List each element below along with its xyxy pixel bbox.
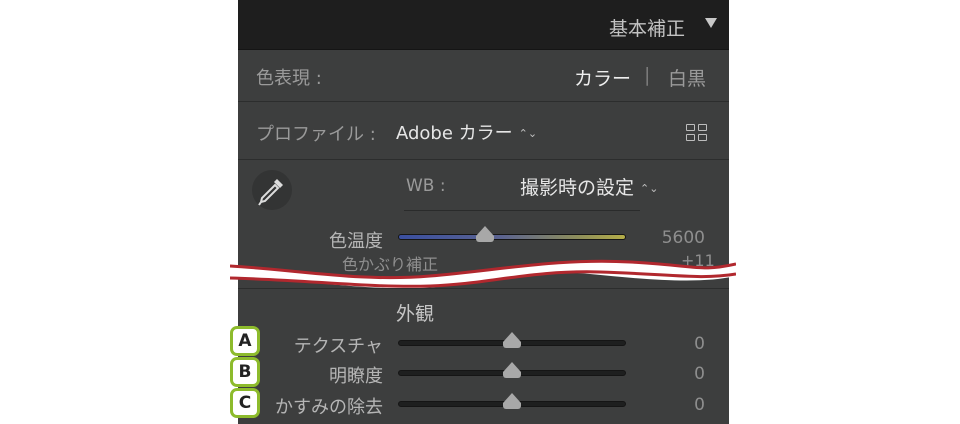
panel-title: 基本補正	[608, 18, 685, 40]
callout-badge-c: C	[230, 388, 260, 418]
texture-label: テクスチャ	[293, 336, 383, 357]
divider	[238, 101, 729, 102]
callout-badge-a: A	[230, 326, 260, 356]
treatment-separator: |	[644, 64, 651, 86]
dehaze-slider[interactable]	[398, 393, 626, 409]
dehaze-value[interactable]: 0	[694, 395, 705, 415]
treatment-bw-option[interactable]: 白黒	[668, 64, 706, 91]
treatment-label: 色表現 :	[256, 68, 322, 89]
panel-header[interactable]: 基本補正	[238, 0, 729, 50]
divider	[238, 288, 729, 289]
collapse-triangle-icon[interactable]	[705, 18, 717, 28]
clarity-value[interactable]: 0	[694, 364, 705, 384]
updown-arrows-icon: ⌃⌄	[518, 127, 538, 140]
basic-panel: 基本補正 色表現 : カラー | 白黒 プロファイル : Adobe カラー ⌃⌄…	[238, 0, 729, 424]
clarity-slider[interactable]	[398, 362, 626, 378]
texture-slider[interactable]	[398, 332, 626, 348]
torn-edge-break	[230, 259, 736, 288]
eyedropper-icon[interactable]	[252, 170, 292, 210]
dehaze-label: かすみの除去	[275, 397, 383, 418]
temp-value[interactable]: 5600	[662, 228, 705, 248]
profile-dropdown[interactable]: Adobe カラー ⌃⌄	[396, 119, 537, 145]
updown-arrows-icon: ⌃⌄	[640, 182, 659, 195]
presence-section-title: 外観	[396, 303, 435, 325]
texture-value[interactable]: 0	[694, 334, 705, 354]
wb-dropdown[interactable]: 撮影時の設定 ⌃⌄	[520, 173, 658, 200]
callout-badge-b: B	[230, 357, 260, 387]
divider	[238, 159, 729, 160]
profile-browser-grid-icon[interactable]	[686, 124, 708, 142]
wb-label: WB :	[406, 176, 446, 196]
clarity-label: 明瞭度	[329, 366, 383, 387]
treatment-color-option[interactable]: カラー	[574, 64, 631, 91]
wb-value: 撮影時の設定	[520, 177, 635, 199]
temp-slider[interactable]	[398, 226, 626, 242]
divider	[404, 210, 640, 211]
profile-label: プロファイル :	[256, 124, 376, 145]
profile-value: Adobe カラー	[396, 123, 513, 144]
